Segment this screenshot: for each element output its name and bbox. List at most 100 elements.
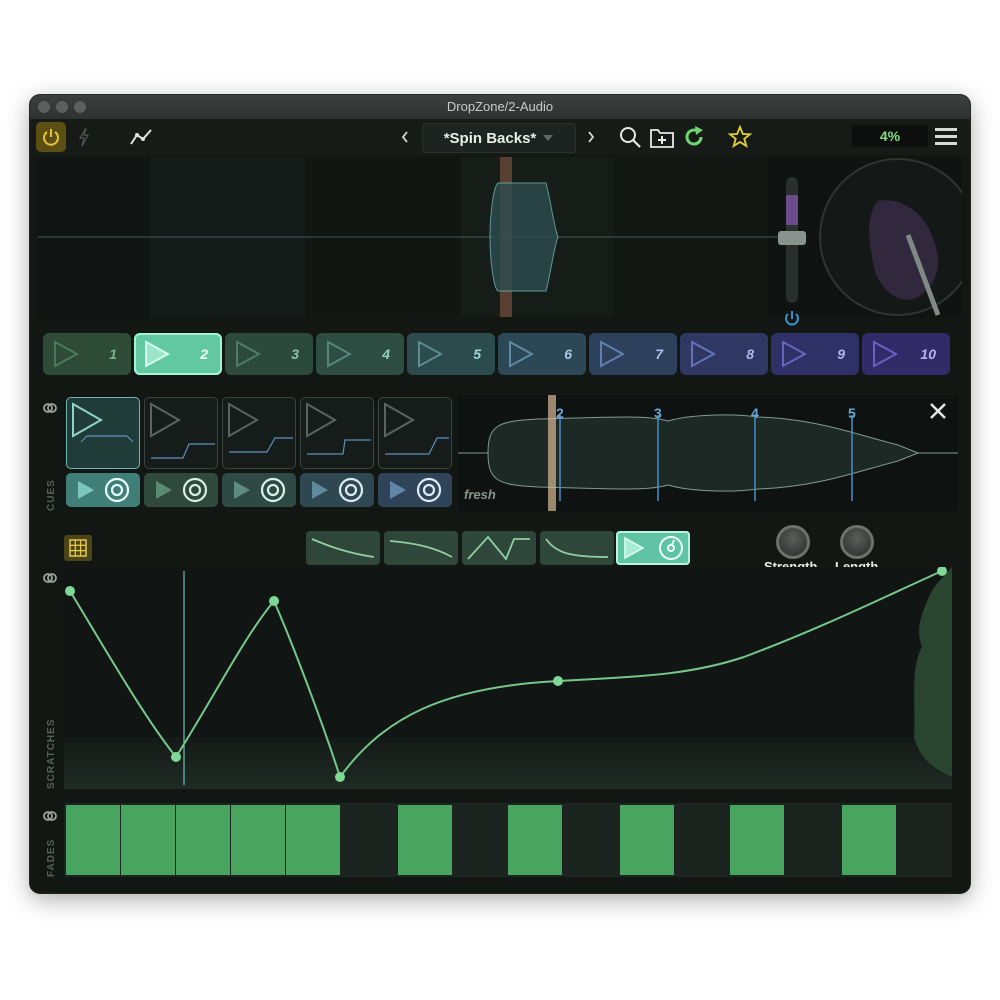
play-icon xyxy=(78,481,94,499)
previous-preset-button[interactable] xyxy=(394,125,416,149)
cue-waveform[interactable]: 2 3 4 5 fresh xyxy=(458,395,958,511)
pad-label: 10 xyxy=(920,346,936,362)
bolt-button[interactable] xyxy=(74,125,94,149)
play-icon xyxy=(156,481,172,499)
fade-block[interactable] xyxy=(730,805,784,875)
cue-trigger-2[interactable] xyxy=(144,473,218,507)
shape-curve-down-button[interactable] xyxy=(306,531,380,565)
target-icon xyxy=(416,477,442,503)
pad-1[interactable]: 1 xyxy=(43,333,131,375)
favorite-button[interactable] xyxy=(726,123,754,151)
pad-3[interactable]: 3 xyxy=(225,333,313,375)
window-title: DropZone/2-Audio xyxy=(446,99,554,114)
play-icon xyxy=(236,340,261,368)
cue-marker-2[interactable]: 2 xyxy=(556,405,564,421)
pad-7[interactable]: 7 xyxy=(589,333,677,375)
play-icon xyxy=(234,481,250,499)
pad-label: 5 xyxy=(473,346,481,362)
target-icon xyxy=(338,477,364,503)
preset-selector[interactable]: *Spin Backs* xyxy=(422,123,576,153)
menu-icon xyxy=(935,128,957,145)
close-cue-button[interactable] xyxy=(926,399,950,423)
play-icon xyxy=(145,340,170,368)
pad-label: 7 xyxy=(655,346,663,362)
play-icon xyxy=(327,340,352,368)
cue-marker-3[interactable]: 3 xyxy=(654,405,662,421)
pad-label: 3 xyxy=(291,346,299,362)
cue-trigger-4[interactable] xyxy=(300,473,374,507)
power-button[interactable] xyxy=(36,122,66,152)
cues-section: CUES 2 3 4 5 fresh xyxy=(38,393,962,513)
title-bar: DropZone/2-Audio xyxy=(30,95,970,120)
play-icon xyxy=(390,481,406,499)
bolt-icon xyxy=(78,127,90,147)
play-icon xyxy=(623,536,645,560)
cue-marker-5[interactable]: 5 xyxy=(848,405,856,421)
length-knob[interactable] xyxy=(840,525,874,559)
curve-down-icon xyxy=(311,538,375,558)
main-menu-button[interactable] xyxy=(932,123,960,151)
zigzag-icon xyxy=(467,535,530,561)
power-icon xyxy=(785,311,799,326)
play-icon xyxy=(312,481,328,499)
cue-slot-1[interactable] xyxy=(66,397,140,469)
pad-10[interactable]: 10 xyxy=(862,333,950,375)
fade-block[interactable] xyxy=(286,805,340,875)
overview-graphic xyxy=(38,157,970,317)
cue-slot-4[interactable] xyxy=(300,397,374,469)
pad-8[interactable]: 8 xyxy=(680,333,768,375)
toolbar: *Spin Backs* 4% xyxy=(30,119,970,155)
overview-waveform[interactable] xyxy=(38,157,970,317)
fades-link-button[interactable] xyxy=(40,807,60,825)
scratch-editor[interactable] xyxy=(64,566,952,789)
cue-curve xyxy=(72,402,134,443)
strength-knob[interactable] xyxy=(776,525,810,559)
scratch-curve-graphic xyxy=(64,566,952,789)
scratches-link-button[interactable] xyxy=(40,569,60,587)
next-preset-button[interactable] xyxy=(580,125,602,149)
randomize-button[interactable] xyxy=(680,123,708,151)
fade-block[interactable] xyxy=(231,805,285,875)
close-icon xyxy=(930,403,946,419)
cue-trigger-5[interactable] xyxy=(378,473,452,507)
cue-slot-5[interactable] xyxy=(378,397,452,469)
cue-slot-2[interactable] xyxy=(144,397,218,469)
pad-4[interactable]: 4 xyxy=(316,333,404,375)
fade-block[interactable] xyxy=(66,805,120,875)
cue-trigger-3[interactable] xyxy=(222,473,296,507)
shape-decay-button[interactable] xyxy=(540,531,614,565)
cue-marker-4[interactable]: 4 xyxy=(751,405,759,421)
pad-6[interactable]: 6 xyxy=(498,333,586,375)
grid-snap-button[interactable] xyxy=(64,535,92,561)
cue-trigger-1[interactable] xyxy=(66,473,140,507)
pad-label: 4 xyxy=(382,346,390,362)
preset-name: *Spin Backs* xyxy=(443,129,537,147)
fade-block[interactable] xyxy=(398,805,452,875)
pad-5[interactable]: 5 xyxy=(407,333,495,375)
fades-lane[interactable] xyxy=(64,803,952,877)
play-icon xyxy=(873,340,898,368)
fader-power-button[interactable] xyxy=(780,307,804,331)
refresh-icon xyxy=(685,126,703,146)
pad-9[interactable]: 9 xyxy=(771,333,859,375)
shape-play-button[interactable] xyxy=(616,531,690,565)
cues-link-button[interactable] xyxy=(40,399,60,417)
speed-dial-icon xyxy=(658,536,683,560)
add-preset-button[interactable] xyxy=(648,123,676,151)
cue-slot-3[interactable] xyxy=(222,397,296,469)
fade-block[interactable] xyxy=(121,805,175,875)
link-icon xyxy=(43,573,57,583)
shape-ease-button[interactable] xyxy=(384,531,458,565)
search-button[interactable] xyxy=(616,123,644,151)
power-icon xyxy=(43,129,59,146)
fade-block[interactable] xyxy=(842,805,896,875)
fade-block[interactable] xyxy=(176,805,230,875)
add-folder-icon xyxy=(650,129,674,148)
fade-block[interactable] xyxy=(620,805,674,875)
pad-2[interactable]: 2 xyxy=(134,333,222,375)
fade-block[interactable] xyxy=(508,805,562,875)
target-icon xyxy=(104,477,130,503)
decay-curve-icon xyxy=(545,538,609,558)
automation-button[interactable] xyxy=(126,123,156,151)
shape-zigzag-button[interactable] xyxy=(462,531,536,565)
